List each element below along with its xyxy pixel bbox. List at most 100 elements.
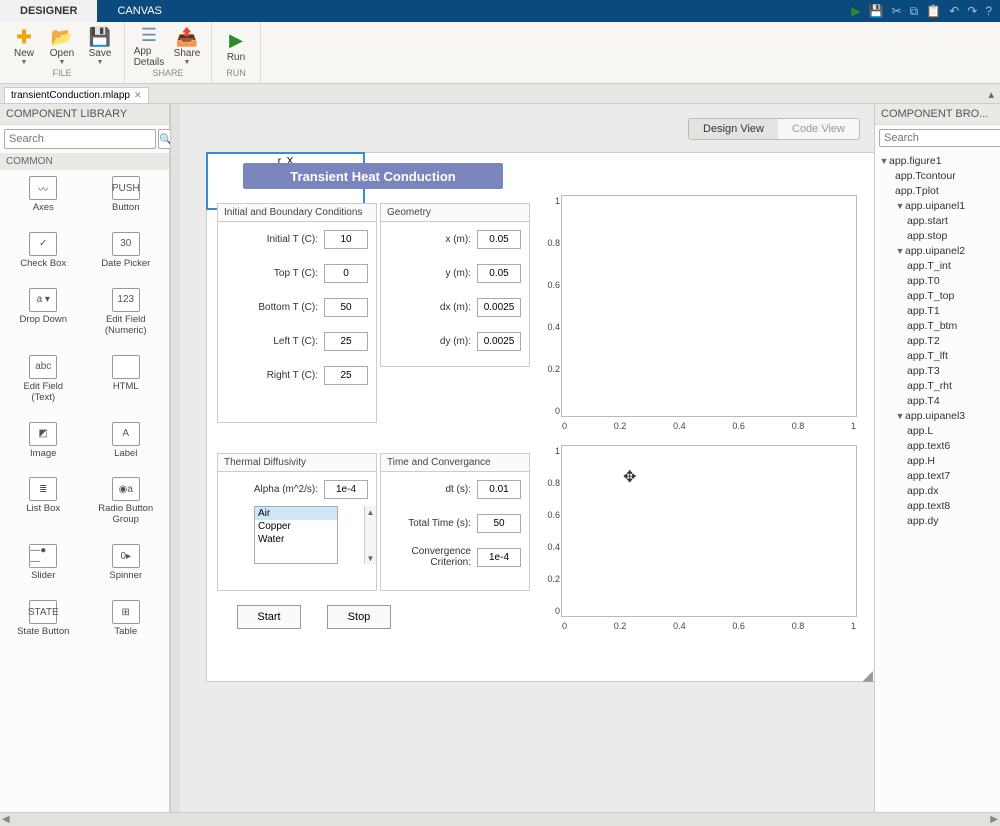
search-input[interactable]: [4, 129, 156, 149]
panel-time-convergence[interactable]: Time and Convergance dt (s):Total Time (…: [380, 453, 530, 591]
scrollbar[interactable]: [170, 104, 180, 812]
component-item[interactable]: 〰Axes: [2, 176, 85, 214]
tree-node[interactable]: app.T_int: [875, 258, 1000, 273]
material-option[interactable]: Water: [255, 533, 337, 546]
component-item[interactable]: ⊞Table: [85, 600, 168, 638]
cut-icon[interactable]: ✂: [892, 4, 902, 19]
component-item[interactable]: ✓Check Box: [2, 232, 85, 270]
component-item[interactable]: ALabel: [85, 422, 168, 460]
geom-field-2[interactable]: [477, 298, 521, 317]
tree-node[interactable]: ▼app.uipanel1: [875, 198, 1000, 213]
scroll-right-icon[interactable]: ▶: [990, 814, 998, 825]
stop-button[interactable]: Stop: [327, 605, 391, 629]
tree-node[interactable]: app.T_top: [875, 288, 1000, 303]
tree-node[interactable]: app.T_lft: [875, 348, 1000, 363]
component-item[interactable]: a ▾Drop Down: [2, 288, 85, 337]
tree-node[interactable]: app.T0: [875, 273, 1000, 288]
tree-node[interactable]: ▼app.figure1: [875, 153, 1000, 168]
app-details-button[interactable]: ☰App Details: [131, 24, 167, 68]
code-view-button[interactable]: Code View: [778, 119, 859, 139]
tree-twist-icon[interactable]: ▼: [895, 246, 905, 256]
tab-canvas[interactable]: CANVAS: [97, 0, 181, 22]
component-item[interactable]: 0▸Spinner: [85, 544, 168, 582]
run-icon[interactable]: ▶: [851, 4, 860, 19]
material-option[interactable]: Air: [255, 507, 337, 520]
component-item[interactable]: HTML: [85, 355, 168, 404]
component-item[interactable]: 30Date Picker: [85, 232, 168, 270]
tconv-field-2[interactable]: [477, 548, 521, 567]
tree-node[interactable]: app.start: [875, 213, 1000, 228]
start-button[interactable]: Start: [237, 605, 301, 629]
axes-contour[interactable]: 10.80.60.40.20 00.20.40.60.81: [561, 195, 857, 417]
paste-icon[interactable]: 📋: [926, 4, 941, 19]
tree-node[interactable]: app.dx: [875, 483, 1000, 498]
component-item[interactable]: STATEState Button: [2, 600, 85, 638]
horizontal-scrollbar[interactable]: ◀▶: [0, 812, 1000, 826]
tree-node[interactable]: app.T4: [875, 393, 1000, 408]
tree-node[interactable]: app.Tplot: [875, 183, 1000, 198]
save-icon[interactable]: 💾: [869, 4, 884, 19]
help-icon[interactable]: ?: [985, 4, 992, 19]
app-title-label[interactable]: Transient Heat Conduction: [243, 163, 503, 189]
file-tab[interactable]: transientConduction.mlapp ✕: [4, 87, 149, 103]
tree-node[interactable]: app.T_rht: [875, 378, 1000, 393]
tree-node[interactable]: app.T_btm: [875, 318, 1000, 333]
tree-node[interactable]: app.dy: [875, 513, 1000, 528]
open-button[interactable]: 📂Open▼: [44, 24, 80, 68]
alpha-field[interactable]: [324, 480, 368, 499]
component-item[interactable]: ≣List Box: [2, 477, 85, 526]
ibc-field-2[interactable]: [324, 298, 368, 317]
tree-node[interactable]: ▼app.uipanel3: [875, 408, 1000, 423]
tree-node[interactable]: app.T1: [875, 303, 1000, 318]
panel-geometry[interactable]: Geometry x (m):y (m):dx (m):dy (m):: [380, 203, 530, 367]
tree-node[interactable]: app.L: [875, 423, 1000, 438]
ibc-field-0[interactable]: [324, 230, 368, 249]
tree-node[interactable]: app.text8: [875, 498, 1000, 513]
tree-node[interactable]: app.H: [875, 453, 1000, 468]
component-item[interactable]: 123Edit Field(Numeric): [85, 288, 168, 337]
component-item[interactable]: abcEdit Field(Text): [2, 355, 85, 404]
ibc-field-4[interactable]: [324, 366, 368, 385]
tree-twist-icon[interactable]: ▼: [895, 411, 905, 421]
run-button[interactable]: ▶Run: [218, 24, 254, 68]
geom-field-1[interactable]: [477, 264, 521, 283]
close-icon[interactable]: ✕: [134, 90, 142, 101]
component-item[interactable]: ◉aRadio ButtonGroup: [85, 477, 168, 526]
geom-field-3[interactable]: [477, 332, 521, 351]
tree-twist-icon[interactable]: ▼: [879, 156, 889, 166]
panel-ibc[interactable]: Initial and Boundary Conditions Initial …: [217, 203, 377, 423]
undo-icon[interactable]: ↶: [949, 4, 959, 19]
new-button[interactable]: ✚New▼: [6, 24, 42, 68]
tree-node[interactable]: ▼app.uipanel2: [875, 243, 1000, 258]
tconv-field-1[interactable]: [477, 514, 521, 533]
save-button[interactable]: 💾Save▼: [82, 24, 118, 68]
browser-search-input[interactable]: [879, 129, 1000, 147]
material-option[interactable]: Copper: [255, 520, 337, 533]
share-button[interactable]: 📤Share▼: [169, 24, 205, 68]
panel-thermal[interactable]: Thermal Diffusivity Alpha (m^2/s): AirCo…: [217, 453, 377, 591]
copy-icon[interactable]: ⧉: [910, 4, 919, 19]
design-view-button[interactable]: Design View: [689, 119, 778, 139]
geom-field-0[interactable]: [477, 230, 521, 249]
tab-designer[interactable]: DESIGNER: [0, 0, 97, 22]
component-item[interactable]: ◩Image: [2, 422, 85, 460]
axes-plot[interactable]: 10.80.60.40.20 00.20.40.60.81: [561, 445, 857, 617]
scroll-left-icon[interactable]: ◀: [2, 814, 10, 825]
tree-node[interactable]: app.stop: [875, 228, 1000, 243]
component-item[interactable]: —●—Slider: [2, 544, 85, 582]
tree-node[interactable]: app.T2: [875, 333, 1000, 348]
tree-twist-icon[interactable]: ▼: [895, 201, 905, 211]
resize-grip-icon[interactable]: ◢: [861, 667, 873, 679]
component-item[interactable]: PUSHButton: [85, 176, 168, 214]
tconv-field-0[interactable]: [477, 480, 521, 499]
minimize-ribbon-icon[interactable]: ▴: [988, 88, 994, 101]
tree-node[interactable]: app.text6: [875, 438, 1000, 453]
redo-icon[interactable]: ↷: [967, 4, 977, 19]
ibc-field-1[interactable]: [324, 264, 368, 283]
tree-node[interactable]: app.Tcontour: [875, 168, 1000, 183]
ibc-field-3[interactable]: [324, 332, 368, 351]
material-listbox[interactable]: AirCopperWater▲▼: [254, 506, 338, 564]
app-figure[interactable]: Transient Heat Conduction Initial and Bo…: [206, 152, 874, 682]
tree-node[interactable]: app.text7: [875, 468, 1000, 483]
listbox-scrollbar[interactable]: ▲▼: [364, 506, 376, 564]
